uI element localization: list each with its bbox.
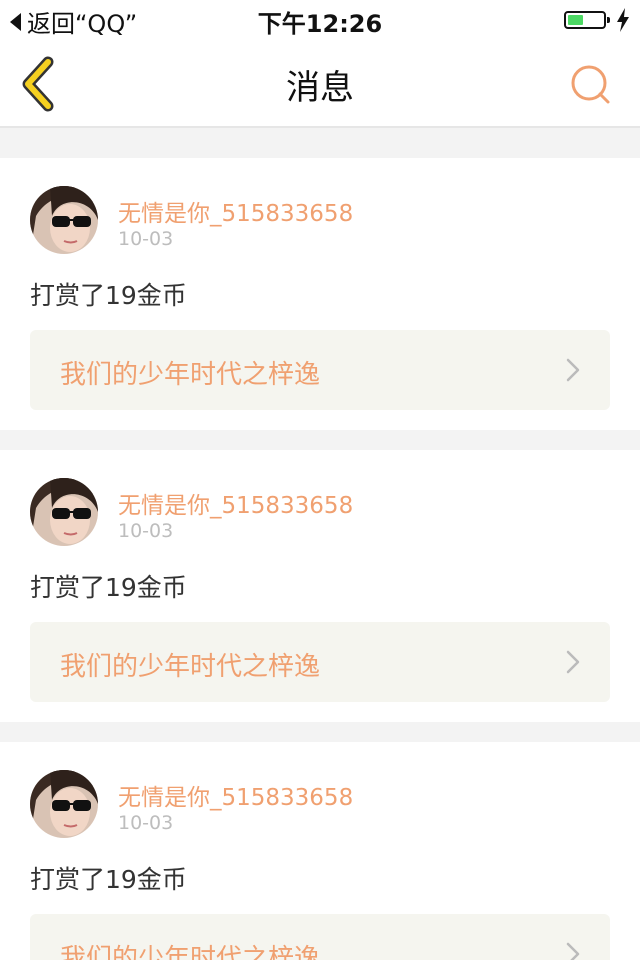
sender-name[interactable]: 无情是你_515833658	[118, 778, 353, 812]
chevron-right-icon	[566, 358, 580, 382]
reward-text: 打赏了19金币	[30, 865, 187, 894]
message-card: 无情是你_515833658 10-03 打赏了19金币 我们的少年时代之梓逸	[0, 158, 640, 430]
reward-text: 打赏了19金币	[30, 573, 187, 602]
reward-text: 打赏了19金币	[30, 281, 187, 310]
battery-icon	[564, 11, 610, 29]
avatar[interactable]	[30, 770, 98, 838]
status-time: 下午12:26	[257, 10, 383, 38]
avatar[interactable]	[30, 186, 98, 254]
page-title: 消息	[286, 68, 354, 108]
message-card: 无情是你_515833658 10-03 打赏了19金币 我们的少年时代之梓逸	[0, 742, 640, 960]
message-card: 无情是你_515833658 10-03 打赏了19金币 我们的少年时代之梓逸	[0, 450, 640, 722]
book-link[interactable]: 我们的少年时代之梓逸	[30, 622, 610, 702]
charging-bolt-icon	[617, 8, 629, 32]
nav-bar: 消息	[0, 40, 640, 128]
book-title: 我们的少年时代之梓逸	[60, 944, 321, 960]
message-date: 10-03	[118, 228, 174, 250]
message-date: 10-03	[118, 520, 174, 542]
avatar[interactable]	[30, 478, 98, 546]
sender-name[interactable]: 无情是你_515833658	[118, 486, 353, 520]
battery-fill	[568, 15, 583, 25]
book-title: 我们的少年时代之梓逸	[60, 360, 321, 390]
status-bar: 返回“QQ” 下午12:26	[0, 0, 640, 40]
chevron-right-icon	[566, 650, 580, 674]
chevron-right-icon	[566, 942, 580, 960]
book-title: 我们的少年时代之梓逸	[60, 652, 321, 682]
battery-nub	[607, 17, 610, 23]
book-link[interactable]: 我们的少年时代之梓逸	[30, 914, 610, 960]
sender-name[interactable]: 无情是你_515833658	[118, 194, 353, 228]
message-date: 10-03	[118, 812, 174, 834]
book-link[interactable]: 我们的少年时代之梓逸	[30, 330, 610, 410]
search-icon[interactable]	[566, 60, 616, 110]
